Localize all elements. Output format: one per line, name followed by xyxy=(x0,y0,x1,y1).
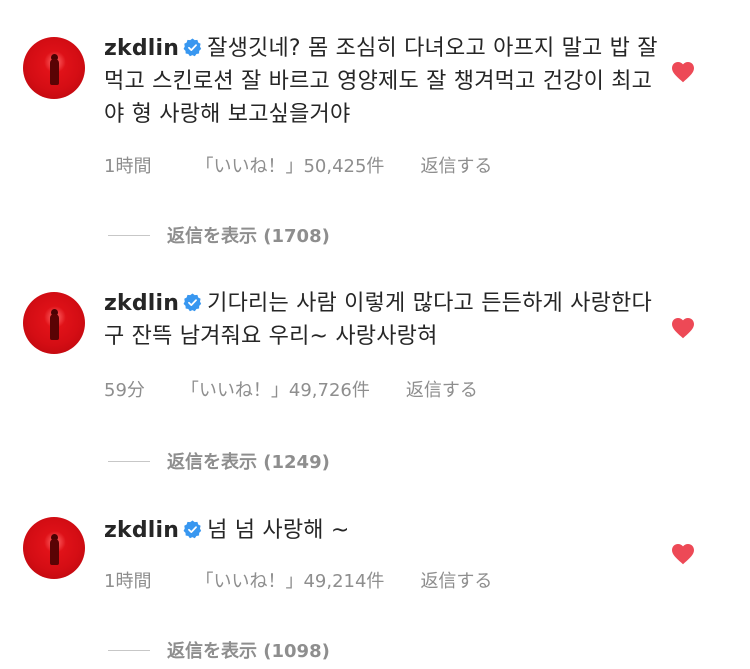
like-count[interactable]: 「いいね！」50,425件 xyxy=(195,152,384,178)
divider-line xyxy=(108,460,150,462)
view-replies-button[interactable]: 返信を表示 (1249) xyxy=(108,448,330,474)
heart-icon[interactable] xyxy=(671,317,695,339)
comment-time: 1時間 xyxy=(104,156,152,177)
avatar[interactable] xyxy=(23,517,85,579)
verified-badge-icon xyxy=(183,293,202,312)
username[interactable]: zkdlin xyxy=(104,291,179,316)
comment-meta: 1時間 「いいね！」50,425件 返信する xyxy=(104,152,492,178)
avatar[interactable] xyxy=(23,292,85,354)
view-replies-button[interactable]: 返信を表示 (1708) xyxy=(108,222,330,248)
divider-line xyxy=(108,234,150,236)
verified-badge-icon xyxy=(183,38,202,57)
heart-icon[interactable] xyxy=(671,543,695,565)
divider-line xyxy=(108,649,150,651)
comment-time: 1時間 xyxy=(104,571,152,592)
like-count[interactable]: 「いいね！」49,214件 xyxy=(195,567,384,593)
reply-button[interactable]: 返信する xyxy=(406,376,478,402)
view-replies-button[interactable]: 返信を表示 (1098) xyxy=(108,637,330,663)
reply-button[interactable]: 返信する xyxy=(420,152,492,178)
comment-time: 59分 xyxy=(104,380,145,401)
comment-body: zkdlin 잘생깃네? 몸 조심히 다녀오고 아프지 말고 밥 잘먹고 스킨로션… xyxy=(104,32,664,131)
comment-meta: 1時間 「いいね！」49,214件 返信する xyxy=(104,567,492,593)
avatar[interactable] xyxy=(23,37,85,99)
heart-icon[interactable] xyxy=(671,61,695,83)
view-replies-label: 返信を表示 (1249) xyxy=(167,452,330,473)
view-replies-label: 返信を表示 (1708) xyxy=(167,226,330,247)
username[interactable]: zkdlin xyxy=(104,36,179,61)
comment-text: 넘 넘 사랑해 ~ xyxy=(207,518,350,543)
view-replies-label: 返信を表示 (1098) xyxy=(167,641,330,662)
comment-body: zkdlin 기다리는 사람 이렇게 많다고 든든하게 사랑한다구 잔뜩 남겨줘요… xyxy=(104,287,664,353)
comment-meta: 59分 「いいね！」49,726件 返信する xyxy=(104,376,478,402)
reply-button[interactable]: 返信する xyxy=(420,567,492,593)
like-count[interactable]: 「いいね！」49,726件 xyxy=(181,376,370,402)
verified-badge-icon xyxy=(183,520,202,539)
comment-body: zkdlin 넘 넘 사랑해 ~ xyxy=(104,514,664,547)
username[interactable]: zkdlin xyxy=(104,518,179,543)
